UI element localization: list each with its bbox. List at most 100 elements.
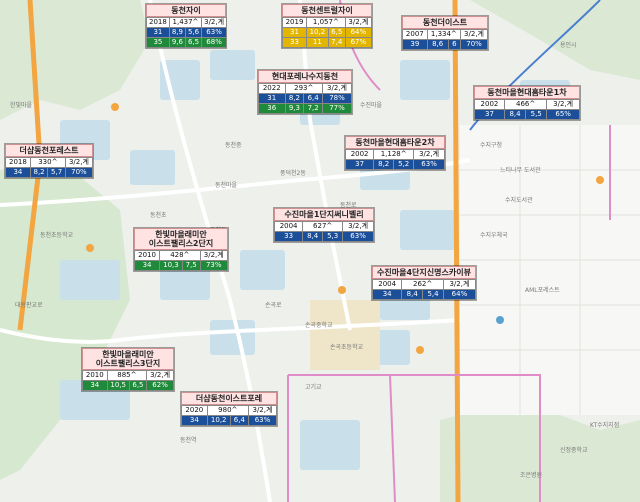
map-label: 수진마을: [360, 102, 383, 109]
unit-count: 428^: [159, 250, 201, 261]
price-cell: 35: [146, 37, 170, 48]
map-label: 풍덕천2동: [280, 170, 306, 177]
card-info-row: 2002 466^ 3/2,계: [474, 99, 580, 110]
price-row: 31 8,2 6,4 78%: [258, 93, 352, 104]
apartment-card[interactable]: 동천마을현대홈타운2차 2002 1,128^ 3/2,계 37 8,2 5,2 63%: [344, 136, 445, 170]
price-cell: 63%: [247, 415, 278, 426]
card-title: 동천더이스트: [402, 16, 488, 29]
apartment-card[interactable]: 한빛마을래미안 이스트팰리스3단지 2010 885^ 3/2,계 34 10,5 6,5 62…: [82, 348, 174, 391]
price-cell: 65%: [546, 109, 580, 120]
price-cell: 10,2: [206, 415, 231, 426]
unit-count: 262^: [401, 279, 444, 290]
map-label: 손곡로: [265, 302, 282, 309]
card-table: 2018 330^ 3/2,계 34 8,2 5,7 70%: [5, 157, 94, 178]
card-info-row: 2010 428^ 3/2,계: [133, 250, 229, 261]
build-year: 2010: [133, 250, 161, 261]
map-label: 수지도서관: [505, 197, 533, 204]
price-cell: 8,9: [168, 27, 186, 38]
room-type: 3/2,계: [546, 99, 580, 110]
apartment-card[interactable]: 현대포레나수지동천 2022 293^ 3/2,계 31 8,2 6,4 78% 36 9,3 7,…: [258, 70, 352, 114]
price-cell: 34: [181, 415, 208, 426]
price-row: 37 8,4 5,5 65%: [474, 109, 580, 120]
apartment-card[interactable]: 더샵동천포레스트 2018 330^ 3/2,계 34 8,2 5,7 70%: [5, 144, 94, 178]
build-year: 2018: [5, 157, 31, 168]
card-info-row: 2002 1,128^ 3/2,계: [344, 149, 445, 160]
price-row: 31 8,9 5,6 63%: [146, 27, 228, 38]
card-table: 2004 262^ 3/2,계 34 8,4 5,4 64%: [371, 279, 477, 300]
map-label: KT수지지점: [590, 422, 620, 429]
apartment-card[interactable]: 동천센트럴자이 2019 1,057^ 3/2,계 31 10,2 6,5 64% 33 11 7,…: [281, 4, 373, 48]
room-type: 3/2,계: [344, 17, 373, 28]
price-cell: 34: [82, 380, 108, 391]
price-row: 34 10,5 6,5 62%: [82, 380, 174, 391]
map-label: 동천마을: [215, 182, 238, 189]
apartment-card[interactable]: 동천더이스트 2007 1,334^ 3/2,계 39 8,6 6 70%: [402, 16, 488, 50]
card-title-line: 현대포레나수지동천: [271, 72, 339, 81]
card-title-line: 동천더이스트: [422, 18, 468, 27]
card-table: 2007 1,334^ 3/2,계 39 8,6 6 70%: [402, 29, 488, 50]
unit-count: 885^: [106, 370, 148, 381]
urban-district: [460, 125, 640, 415]
unit-count: 1,057^: [306, 17, 346, 28]
price-cell: 73%: [199, 260, 229, 271]
map-label: 동천초등학교: [40, 232, 74, 239]
map-label: 조은병원: [520, 472, 543, 479]
unit-count: 1,334^: [426, 29, 462, 40]
build-year: 2010: [82, 370, 108, 381]
price-cell: 6,5: [184, 37, 203, 48]
price-cell: 5,2: [393, 159, 415, 170]
price-cell: 31: [258, 93, 286, 104]
price-cell: 68%: [201, 37, 228, 48]
apartment-card[interactable]: 동천자이 2018 1,437^ 3/2,계 31 8,9 5,6 63% 35 9,6 6,5 68…: [146, 4, 228, 48]
poi-marker: [596, 176, 604, 184]
card-info-row: 2004 262^ 3/2,계: [371, 279, 477, 290]
map-label: 손곡초등학교: [330, 344, 364, 351]
apartment-card[interactable]: 더샵동천이스트포레 2020 980^ 3/2,계 34 10,2 6,4 63%: [181, 392, 278, 426]
card-info-row: 2004 627^ 3/2,계: [273, 221, 374, 232]
price-cell: 34: [133, 260, 161, 271]
unit-count: 1,437^: [168, 17, 203, 28]
card-title-line: 동천자이: [171, 6, 201, 15]
price-cell: 7,5: [181, 260, 201, 271]
price-cell: 8,4: [302, 231, 324, 242]
price-row: 34 10,2 6,4 63%: [181, 415, 278, 426]
price-row: 33 8,4 5,3 63%: [273, 231, 374, 242]
card-table: 2019 1,057^ 3/2,계 31 10,2 6,5 64% 33 11 7,4 67%: [281, 17, 373, 48]
price-cell: 5,7: [47, 167, 66, 178]
map-label: 수지우체국: [480, 232, 508, 239]
card-info-row: 2022 293^ 3/2,계: [258, 83, 352, 94]
price-cell: 78%: [322, 93, 352, 104]
card-title-line: 동천마을현대홈타운2차: [355, 138, 435, 147]
apartment-card[interactable]: 한빛마을래미안 이스트팰리스2단지 2010 428^ 3/2,계 34 10,3 7,5 73…: [133, 228, 229, 271]
build-year: 2022: [258, 83, 286, 94]
room-type: 3/2,계: [342, 221, 374, 232]
price-row: 39 8,6 6 70%: [402, 39, 488, 50]
card-title-line: 수진마을1단지써니벨리: [284, 210, 364, 219]
apartment-card[interactable]: 수진마을4단지신명스카이뷰 2004 262^ 3/2,계 34 8,4 5,4 64%: [371, 266, 477, 300]
price-cell: 6,5: [327, 27, 346, 38]
price-cell: 31: [281, 27, 308, 38]
price-cell: 62%: [146, 380, 174, 391]
price-cell: 5,5: [525, 109, 548, 120]
price-cell: 6,5: [128, 380, 148, 391]
price-cell: 39: [402, 39, 428, 50]
apartment-card[interactable]: 수진마을1단지써니벨리 2004 627^ 3/2,계 33 8,4 5,3 63%: [273, 208, 374, 242]
price-cell: 64%: [442, 289, 477, 300]
price-cell: 10,2: [306, 27, 329, 38]
price-cell: 9,3: [284, 103, 305, 114]
card-table: 2022 293^ 3/2,계 31 8,2 6,4 78% 36 9,3 7,2 77%: [258, 83, 352, 114]
price-cell: 8,6: [426, 39, 449, 50]
price-cell: 10,5: [106, 380, 130, 391]
unit-count: 330^: [29, 157, 66, 168]
price-row: 36 9,3 7,2 77%: [258, 103, 352, 114]
card-info-row: 2019 1,057^ 3/2,계: [281, 17, 373, 28]
card-title-line: 동천센트럴자이: [301, 6, 353, 15]
price-cell: 10,3: [159, 260, 183, 271]
card-info-row: 2018 330^ 3/2,계: [5, 157, 94, 168]
map-label: 대왕판교로: [15, 302, 43, 309]
card-title: 수진마을4단지신명스카이뷰: [372, 266, 476, 279]
price-cell: 6,4: [229, 415, 249, 426]
card-title: 한빛마을래미안 이스트팰리스3단지: [82, 348, 174, 370]
apartment-card[interactable]: 동천마을현대홈타운1차 2002 466^ 3/2,계 37 8,4 5,5 65%: [474, 86, 580, 120]
card-title-line: 더샵동천이스트포레: [195, 394, 263, 403]
